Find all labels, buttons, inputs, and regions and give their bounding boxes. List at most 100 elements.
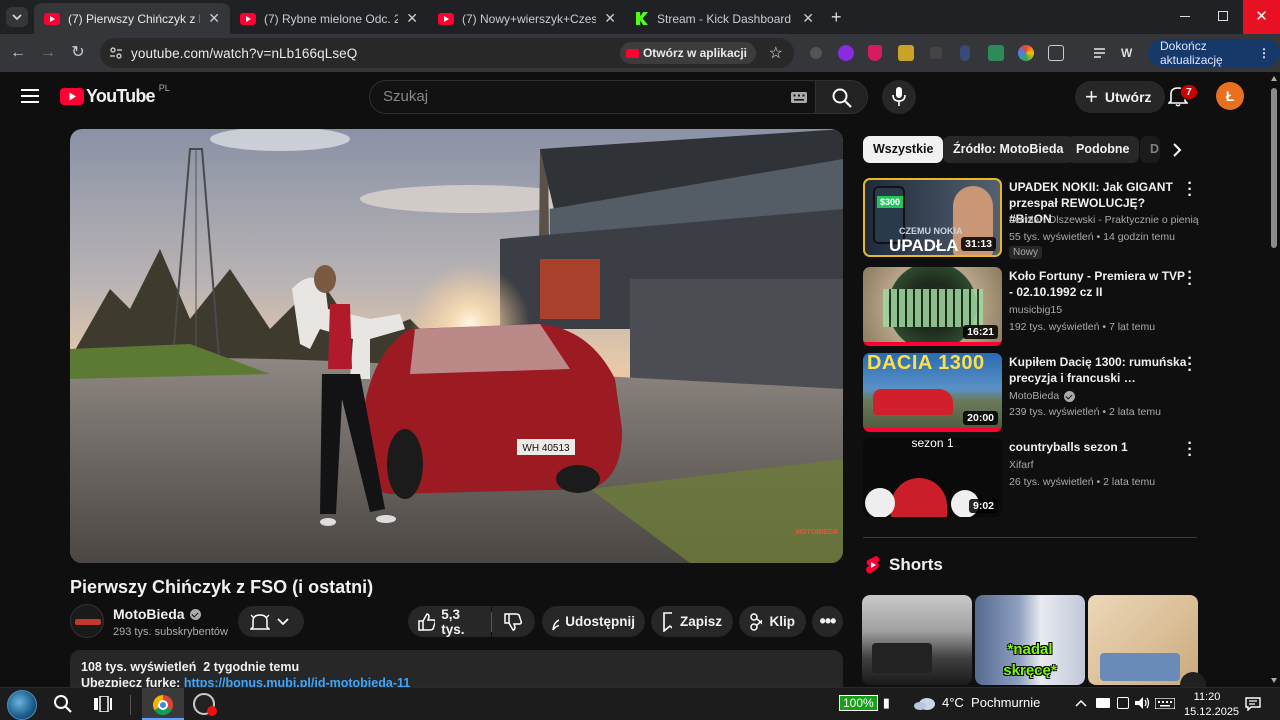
keyboard-icon[interactable]	[1155, 698, 1175, 709]
video-title[interactable]: Kupiłem Dacię 1300: rumuńska precyzja i …	[1009, 354, 1189, 386]
tab-search-button[interactable]	[6, 7, 28, 27]
tab-kick-dashboard[interactable]: Stream - Kick Dashboard ✕	[626, 3, 824, 34]
video-title[interactable]: Koło Fortuny - Premiera w TVP - 02.10.19…	[1009, 268, 1189, 300]
scroll-down-arrow-icon[interactable]	[1271, 678, 1277, 683]
short-thumbnail[interactable]	[1088, 595, 1198, 685]
url-text[interactable]: youtube.com/watch?v=nLb166qLseQ	[131, 46, 357, 61]
finish-update-button[interactable]: Dokończ aktualizację ⋮	[1148, 39, 1280, 67]
search-button[interactable]	[816, 80, 868, 114]
like-button[interactable]: 5,3 tys.	[408, 606, 491, 637]
tab-close-icon[interactable]: ✕	[802, 10, 814, 27]
video-thumbnail[interactable]: DACIA 1300 20:00	[863, 353, 1002, 432]
battery-tray-icon[interactable]	[1096, 698, 1110, 708]
extensions-puzzle-icon[interactable]	[1048, 45, 1064, 61]
media-control-icon[interactable]	[1093, 45, 1109, 61]
search-input[interactable]	[383, 88, 763, 105]
app-taskbar-button[interactable]	[193, 693, 217, 716]
share-button[interactable]: Udostępnij	[542, 606, 645, 637]
subscription-bell-button[interactable]	[238, 606, 304, 637]
extension-box-icon[interactable]	[930, 47, 942, 59]
voice-search-button[interactable]	[882, 80, 916, 114]
video-thumbnail[interactable]: sezon 1 9:02	[863, 438, 1002, 517]
video-thumbnail[interactable]: 16:21	[863, 267, 1002, 346]
bookmark-star-icon[interactable]: ☆	[769, 43, 783, 63]
more-vertical-icon[interactable]: · · ·	[1185, 176, 1195, 204]
chip-all[interactable]: Wszystkie	[863, 136, 944, 163]
account-avatar[interactable]: Ł	[1216, 82, 1244, 110]
more-actions-button[interactable]: •••	[812, 606, 843, 637]
youtube-logo[interactable]: YouTube PL	[60, 83, 170, 107]
maximize-button[interactable]	[1218, 11, 1228, 21]
address-bar[interactable]: youtube.com/watch?v=nLb166qLseQ Otwórz w…	[100, 38, 794, 68]
chevron-right-icon[interactable]	[1170, 142, 1184, 158]
notifications-center-icon[interactable]	[1245, 697, 1261, 711]
chevron-up-icon[interactable]	[1075, 699, 1087, 707]
chip-source-motobieda[interactable]: Źródło: MotoBieda	[943, 136, 1074, 163]
device-tray-icon[interactable]	[1117, 697, 1129, 709]
recommended-video[interactable]: sezon 1 9:02 countryballs sezon 1 Xifarf…	[863, 436, 1200, 518]
channel-name[interactable]: MotoBieda	[113, 606, 201, 622]
video-title[interactable]: countryballs sezon 1	[1009, 439, 1189, 455]
battery-indicator[interactable]: 100% ▮	[839, 695, 890, 711]
clock[interactable]: 11:20 15.12.2025	[1184, 690, 1239, 720]
search-icon[interactable]	[53, 694, 73, 714]
extension-puzzle-gray-icon[interactable]	[810, 47, 822, 59]
description-box[interactable]: 108 tys. wyświetleń 2 tygodnie temu Ubez…	[70, 650, 843, 690]
short-thumbnail[interactable]	[862, 595, 972, 685]
start-button[interactable]	[7, 690, 37, 720]
short-thumbnail[interactable]: *nadal skręcę*	[975, 595, 1085, 685]
page-scrollbar[interactable]	[1268, 72, 1280, 687]
volume-icon[interactable]	[1134, 696, 1150, 710]
tab-nowy-wierszyk[interactable]: (7) Nowy+wierszyk+Czesia xvid ✕	[428, 3, 626, 34]
extension-mic-icon[interactable]	[960, 45, 970, 61]
minimize-button[interactable]	[1180, 4, 1192, 24]
keyboard-icon[interactable]	[791, 92, 807, 103]
open-in-app-button[interactable]: Otwórz w aplikacji	[619, 42, 756, 64]
video-duration: 16:21	[963, 325, 998, 339]
extension-shield-icon[interactable]	[868, 45, 882, 61]
search-box[interactable]	[369, 80, 816, 114]
reload-button[interactable]: ↻	[67, 42, 89, 64]
channel-name[interactable]: MotoBieda	[1009, 390, 1199, 402]
more-vertical-icon[interactable]: · · ·	[1185, 436, 1195, 464]
video-thumbnail[interactable]: $300 CZEMU NOKIA UPADŁA 31:13	[863, 178, 1002, 257]
chrome-taskbar-button[interactable]	[142, 688, 184, 720]
extension-folder-icon[interactable]	[898, 45, 914, 61]
channel-name[interactable]: musicbig15	[1009, 304, 1199, 316]
extension-green-icon[interactable]	[988, 45, 1004, 61]
more-vertical-icon[interactable]: · · ·	[1185, 351, 1195, 379]
chip-similar[interactable]: Podobne	[1066, 136, 1140, 163]
recommended-video[interactable]: 16:21 Koło Fortuny - Premiera w TVP - 02…	[863, 265, 1200, 347]
dislike-button[interactable]	[492, 606, 535, 637]
new-tab-button[interactable]: +	[831, 7, 842, 28]
channel-avatar[interactable]	[70, 604, 104, 638]
back-button[interactable]: ←	[7, 42, 29, 64]
recommended-video[interactable]: $300 CZEMU NOKIA UPADŁA 31:13 UPADEK NOK…	[863, 176, 1200, 259]
forward-button[interactable]: →	[37, 42, 59, 64]
weather-widget[interactable]: 4°C Pochmurnie	[914, 695, 1040, 710]
channel-name-text: MotoBieda	[1009, 390, 1060, 402]
video-player[interactable]: WH 40513 MOTOBIEDA	[70, 129, 843, 563]
channel-name[interactable]: Xifarf	[1009, 459, 1199, 471]
clip-button[interactable]: Klip	[739, 606, 806, 637]
task-view-icon[interactable]	[94, 696, 112, 712]
extension-color-icon[interactable]	[1018, 45, 1034, 61]
extension-download-icon[interactable]	[838, 45, 854, 61]
create-button[interactable]: + Utwórz	[1075, 81, 1165, 113]
tab-close-icon[interactable]: ✕	[604, 10, 616, 27]
tab-close-icon[interactable]: ✕	[406, 10, 418, 27]
tab-rybne-mielone[interactable]: (7) Rybne mielone Odc. 219 #st ✕	[230, 3, 428, 34]
close-window-button[interactable]: ✕	[1243, 0, 1280, 34]
scroll-up-arrow-icon[interactable]	[1271, 76, 1277, 81]
tab-close-icon[interactable]: ✕	[208, 10, 220, 27]
more-vertical-icon[interactable]: · · ·	[1185, 265, 1195, 293]
chip-truncated[interactable]: D	[1140, 136, 1160, 163]
save-button[interactable]: Zapisz	[651, 606, 733, 637]
hamburger-menu-icon[interactable]	[21, 89, 39, 103]
site-settings-icon[interactable]	[109, 46, 123, 60]
scrollbar-thumb[interactable]	[1271, 88, 1277, 248]
recommended-video[interactable]: DACIA 1300 20:00 Kupiłem Dacię 1300: rum…	[863, 351, 1200, 433]
channel-name[interactable]: Damian Olszewski - Praktycznie o pienią…	[1009, 214, 1199, 226]
profile-w-icon[interactable]: W	[1121, 45, 1137, 61]
tab-pierwszy-chinczyk[interactable]: (7) Pierwszy Chińczyk z FSO (i o ✕	[34, 3, 230, 34]
